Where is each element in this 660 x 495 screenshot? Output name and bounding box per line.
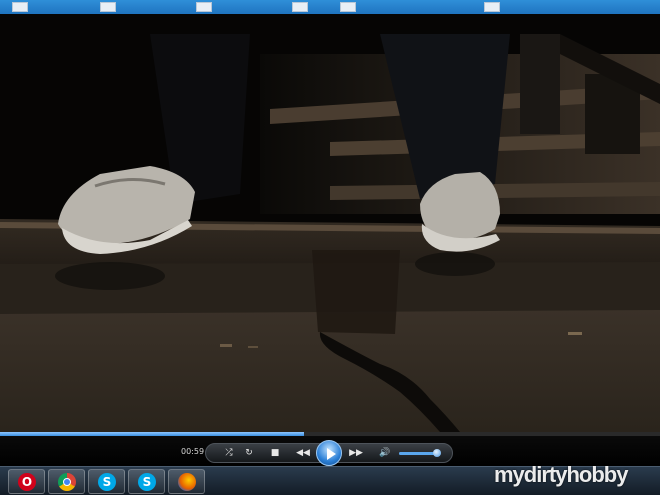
taskbar-opera[interactable]: O (8, 469, 45, 494)
skype-icon: S (98, 473, 116, 491)
debris (220, 344, 232, 347)
volume-slider[interactable] (399, 449, 441, 457)
desktop-icon[interactable] (484, 2, 500, 12)
desktop-icon[interactable] (292, 2, 308, 12)
railing-post (520, 34, 560, 134)
skype-icon: S (138, 473, 156, 491)
chrome-icon (58, 473, 76, 491)
taskbar-firefox[interactable] (168, 469, 205, 494)
screen: 00:59 ⤮ ↻ ■ ◀◀ ▶▶ 🔊 O S S mydirtyhobby (0, 0, 660, 495)
seek-bar-progress (0, 432, 304, 436)
taskbar-skype[interactable]: S (88, 469, 125, 494)
shoe-shadow (415, 252, 495, 276)
shoe-shadow (55, 262, 165, 290)
desktop-icon[interactable] (12, 2, 28, 12)
taskbar-chrome[interactable] (48, 469, 85, 494)
taskbar-skype[interactable]: S (128, 469, 165, 494)
rewind-icon[interactable]: ◀◀ (294, 447, 312, 459)
speaker-icon[interactable]: 🔊 (378, 447, 392, 459)
debris (248, 346, 258, 348)
wet-patch (312, 250, 400, 334)
repeat-icon[interactable]: ↻ (242, 447, 256, 459)
desktop-icon[interactable] (340, 2, 356, 12)
video-frame[interactable] (0, 14, 660, 432)
stop-icon[interactable]: ■ (268, 447, 282, 459)
fast-forward-icon[interactable]: ▶▶ (347, 447, 365, 459)
watermark: mydirtyhobby (494, 462, 628, 487)
desktop-icon[interactable] (100, 2, 116, 12)
firefox-icon (178, 473, 196, 491)
desktop-strip (0, 0, 660, 14)
opera-icon: O (18, 473, 36, 491)
desktop-icon[interactable] (196, 2, 212, 12)
volume-knob[interactable] (432, 449, 441, 457)
volume-level (399, 452, 437, 455)
seek-bar[interactable] (0, 432, 660, 436)
play-button[interactable] (316, 440, 342, 466)
elapsed-time: 00:59 (181, 447, 205, 456)
player-control-bar: 00:59 ⤮ ↻ ■ ◀◀ ▶▶ 🔊 (0, 432, 660, 466)
video-scene (0, 14, 660, 432)
shuffle-icon[interactable]: ⤮ (222, 447, 236, 459)
debris (568, 332, 582, 335)
